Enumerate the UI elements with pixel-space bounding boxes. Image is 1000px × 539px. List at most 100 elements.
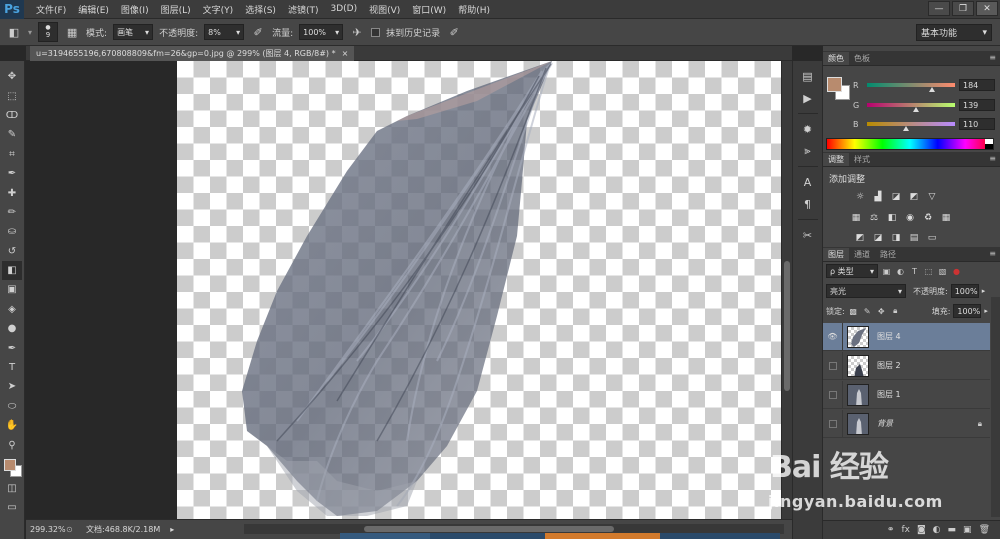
selective-color-icon[interactable]: ▤ (907, 231, 921, 244)
exposure-icon[interactable]: ◩ (907, 190, 921, 203)
vibrance-icon[interactable]: ▽ (925, 190, 939, 203)
stamp-icon[interactable]: ⛀ (2, 222, 22, 241)
flow-field[interactable]: 100% ▾ (299, 24, 344, 40)
layers-scrollbar[interactable] (991, 297, 1000, 517)
visibility-toggle[interactable] (823, 351, 843, 380)
type-icon[interactable]: T (2, 358, 22, 377)
menu-select[interactable]: 选择(S) (239, 3, 282, 16)
menu-help[interactable]: 帮助(H) (452, 3, 496, 16)
opacity-field[interactable]: 8% ▾ (204, 24, 245, 40)
panel-menu-icon[interactable]: ≡ (989, 53, 996, 62)
new-adjustment-icon[interactable]: ◐ (933, 525, 941, 535)
visibility-toggle[interactable] (823, 380, 843, 409)
lock-position-icon[interactable]: ✥ (876, 306, 887, 317)
layer-opacity-field[interactable]: 100% (950, 284, 979, 298)
black-white-icon[interactable]: ◧ (885, 211, 899, 224)
lock-pixels-icon[interactable]: ✎ (862, 306, 873, 317)
menu-file[interactable]: 文件(F) (30, 3, 72, 16)
pressure-opacity-icon[interactable]: ✐ (250, 24, 266, 40)
paragraph-panel-icon[interactable]: ¶ (797, 194, 819, 214)
color-swatches[interactable] (2, 457, 22, 479)
filter-pixel-icon[interactable]: ▣ (881, 266, 892, 277)
visibility-toggle[interactable] (823, 409, 843, 438)
green-slider-knob[interactable] (913, 107, 919, 112)
pen-icon[interactable]: ✒ (2, 338, 22, 357)
menu-view[interactable]: 视图(V) (363, 3, 406, 16)
erase-history-checkbox[interactable] (371, 27, 381, 37)
hand-icon[interactable]: ✋ (2, 416, 22, 435)
dodge-icon[interactable]: ● (2, 319, 22, 338)
red-slider[interactable] (867, 83, 955, 92)
crop-icon[interactable]: ⌗ (2, 145, 22, 164)
tool-preset-arrow-icon[interactable]: ▾ (28, 28, 32, 37)
menu-type[interactable]: 文字(Y) (197, 3, 240, 16)
panel-menu-icon[interactable]: ≡ (989, 249, 996, 258)
photo-filter-icon[interactable]: ◉ (903, 211, 917, 224)
panel-menu-icon[interactable]: ≡ (989, 154, 996, 163)
vertical-scrollbar[interactable] (781, 61, 792, 519)
red-slider-knob[interactable] (929, 87, 935, 92)
color-spectrum-bar[interactable] (826, 138, 994, 150)
brush-icon[interactable]: ✏ (2, 203, 22, 222)
eyedropper-icon[interactable]: ✒ (2, 164, 22, 183)
menu-image[interactable]: 图像(I) (115, 3, 155, 16)
brush-panel-toggle-icon[interactable]: ▦ (64, 24, 80, 40)
color-lookup-icon[interactable]: ▦ (939, 211, 953, 224)
horizontal-scroll-thumb[interactable] (364, 526, 614, 532)
posterize-icon[interactable]: ◪ (871, 231, 885, 244)
menu-filter[interactable]: 滤镜(T) (282, 3, 325, 16)
filter-smart-icon[interactable]: ▧ (937, 266, 948, 277)
brush-size-picker[interactable]: ● 9 (38, 22, 59, 42)
tab-adjustments[interactable]: 调整 (823, 153, 849, 166)
quick-mask-icon[interactable]: ◫ (2, 479, 22, 498)
zoom-icon[interactable]: ⚲ (2, 435, 22, 454)
shape-icon[interactable]: ⬭ (2, 397, 22, 416)
tab-paths[interactable]: 路径 (875, 248, 901, 261)
chevron-right-icon[interactable]: ▸ (984, 307, 988, 315)
brightness-contrast-icon[interactable]: ☼ (853, 190, 867, 203)
tab-styles[interactable]: 样式 (849, 153, 875, 166)
menu-edit[interactable]: 编辑(E) (72, 3, 115, 16)
zoom-level[interactable]: 299.32% (26, 525, 66, 534)
minimize-button[interactable]: — (928, 1, 950, 16)
character-panel-icon[interactable]: A (797, 172, 819, 192)
menu-layer[interactable]: 图层(L) (155, 3, 197, 16)
new-group-icon[interactable]: ▬ (948, 525, 957, 535)
workspace-select[interactable]: 基本功能 ▾ (916, 24, 992, 41)
filter-type-icon[interactable]: T (909, 266, 920, 277)
close-button[interactable]: ✕ (976, 1, 998, 16)
foreground-color-swatch[interactable] (4, 458, 16, 471)
fill-field[interactable]: 100% (953, 304, 982, 318)
channel-mixer-icon[interactable]: ♻ (921, 211, 935, 224)
layer-row-layer2[interactable]: 图层 2 (823, 351, 990, 380)
hue-saturation-icon[interactable]: ▦ (849, 211, 863, 224)
actions-panel-icon[interactable]: ▶ (797, 88, 819, 108)
eraser-tool-icon[interactable]: ◧ (6, 24, 22, 40)
marquee-icon[interactable]: ⬚ (2, 86, 22, 105)
green-value-field[interactable]: 139 (959, 99, 995, 111)
mode-select[interactable]: 画笔 ▾ (113, 24, 154, 40)
new-layer-icon[interactable]: ▣ (963, 525, 972, 535)
move-icon[interactable]: ✥ (2, 67, 22, 86)
vertical-scroll-thumb[interactable] (784, 261, 790, 391)
tab-swatches[interactable]: 色板 (849, 52, 875, 65)
blend-mode-select[interactable]: 亮光 ▾ (826, 284, 906, 298)
zoom-preview-icon[interactable]: ⊙ (66, 525, 80, 534)
foreground-color-swatch[interactable] (827, 77, 842, 92)
gradient-icon[interactable]: ▣ (2, 280, 22, 299)
menu-3d[interactable]: 3D(D) (324, 4, 363, 14)
curves-icon[interactable]: ◪ (889, 190, 903, 203)
eraser-icon[interactable]: ◧ (2, 260, 22, 281)
gradient-map-icon[interactable]: ▭ (925, 231, 939, 244)
color-balance-icon[interactable]: ⚖ (867, 211, 881, 224)
pressure-size-icon[interactable]: ✐ (446, 24, 462, 40)
chevron-right-icon[interactable]: ▸ (982, 287, 986, 295)
screen-mode-icon[interactable]: ▭ (2, 498, 22, 517)
add-mask-icon[interactable]: ◙ (917, 525, 926, 535)
tab-close-icon[interactable]: × (342, 49, 349, 58)
history-panel-icon[interactable]: ▤ (797, 66, 819, 86)
menu-window[interactable]: 窗口(W) (406, 3, 452, 16)
document-canvas[interactable] (177, 61, 781, 519)
tool-presets-icon[interactable]: ✂ (797, 225, 819, 245)
history-brush-icon[interactable]: ↺ (2, 242, 22, 261)
